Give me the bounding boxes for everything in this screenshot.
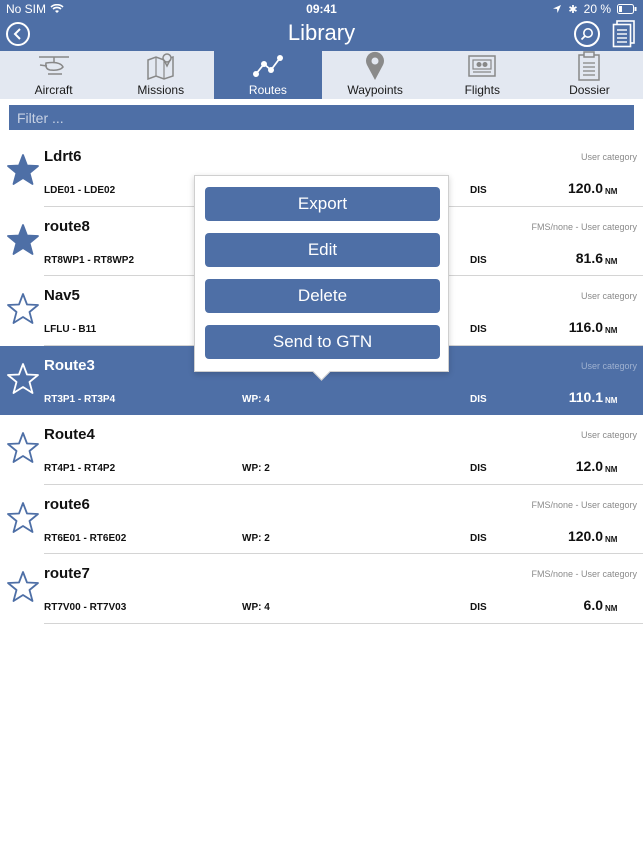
route-distance-label: DIS — [470, 185, 487, 196]
route-distance-unit: NM — [605, 395, 618, 405]
tab-flights[interactable]: Flights — [429, 51, 536, 99]
favorite-star-icon[interactable] — [6, 570, 40, 604]
route-waypoint-count: WP: 2 — [242, 463, 270, 474]
route-distance-unit: NM — [605, 187, 618, 196]
route-category: User category — [580, 152, 637, 162]
favorite-star-icon[interactable] — [6, 362, 40, 396]
route-distance-unit: NM — [605, 256, 618, 266]
filter-input[interactable] — [9, 105, 634, 130]
route-category: User category — [580, 360, 637, 371]
route-distance-value: 12.0 — [575, 458, 603, 474]
route-row[interactable]: route7 FMS/none - User category RT7V00 -… — [7, 554, 643, 624]
tab-label: Missions — [137, 83, 185, 97]
route-category: User category — [580, 291, 637, 301]
route-row[interactable]: Route4 User category RT4P1 - RT4P2 WP: 2… — [7, 415, 643, 485]
favorite-star-icon[interactable] — [6, 501, 40, 535]
helicopter-icon — [38, 56, 69, 75]
location-icon — [553, 5, 562, 13]
battery-percent: 20 % — [583, 2, 611, 16]
route-waypoint-range: RT3P1 - RT3P4 — [44, 393, 116, 405]
tab-label: Aircraft — [34, 83, 73, 97]
route-name: route6 — [44, 495, 90, 513]
tab-label: Waypoints — [347, 83, 403, 97]
route-distance-unit: NM — [605, 326, 618, 335]
battery-icon — [617, 4, 637, 14]
route-waypoint-range: RT7V00 - RT7V03 — [44, 602, 127, 613]
export-button[interactable]: Export — [205, 187, 440, 221]
tab-label: Routes — [248, 83, 287, 97]
route-distance-value: 120.0 — [567, 180, 603, 196]
route-distance-label: DIS — [470, 463, 487, 474]
route-row[interactable]: route6 FMS/none - User category RT6E01 -… — [7, 485, 643, 554]
route-category: FMS/none - User category — [531, 499, 637, 510]
library-tab-bar: Aircraft Missions Routes Waypoints Fligh… — [0, 51, 643, 99]
route-distance-value: 110.1 — [568, 388, 603, 405]
route-distance-value: 116.0 — [568, 319, 603, 335]
favorite-star-icon[interactable] — [6, 153, 40, 187]
route-waypoint-range: LDE01 - LDE02 — [44, 185, 116, 196]
route-distance-label: DIS — [470, 393, 487, 405]
favorite-star-icon[interactable] — [6, 223, 40, 257]
tab-label: Dossier — [569, 83, 610, 97]
route-distance-label: DIS — [470, 602, 487, 613]
route-distance-value: 120.0 — [567, 527, 603, 544]
tab-waypoints[interactable]: Waypoints — [322, 51, 429, 99]
route-name: Route4 — [44, 426, 95, 443]
clipboard-icon — [578, 51, 601, 81]
edit-button[interactable]: Edit — [205, 233, 440, 267]
route-distance-unit: NM — [605, 604, 618, 613]
tab-routes[interactable]: Routes — [214, 51, 322, 99]
route-category: FMS/none - User category — [531, 569, 637, 579]
route-icon — [252, 55, 283, 77]
route-category: FMS/none - User category — [531, 221, 637, 232]
route-distance-unit: NM — [605, 465, 618, 474]
status-bar: No SIM 09:41 ✱ 20 % — [0, 0, 643, 17]
route-actions-popover: Export Edit Delete Send to GTN — [194, 175, 449, 372]
route-name: Route3 — [44, 356, 95, 374]
tab-aircraft[interactable]: Aircraft — [0, 51, 107, 99]
route-name: route8 — [44, 217, 90, 235]
route-name: Nav5 — [44, 287, 80, 304]
pin-icon — [366, 51, 385, 80]
favorite-star-icon[interactable] — [6, 292, 40, 326]
filter-bar — [0, 99, 643, 137]
route-waypoint-count: WP: 2 — [242, 532, 270, 544]
search-button[interactable] — [574, 21, 600, 47]
document-list-icon[interactable] — [612, 20, 636, 48]
route-distance-label: DIS — [470, 532, 487, 544]
route-waypoint-range: RT8WP1 - RT8WP2 — [44, 254, 135, 266]
page-title: Library — [287, 20, 356, 45]
route-waypoint-range: RT6E01 - RT6E02 — [44, 532, 127, 544]
tab-dossier[interactable]: Dossier — [536, 51, 643, 99]
route-distance-label: DIS — [470, 324, 487, 335]
route-distance-label: DIS — [470, 254, 487, 266]
route-distance-value: 6.0 — [583, 597, 603, 613]
flight-recorder-icon — [468, 55, 497, 77]
send-to-gtn-button[interactable]: Send to GTN — [205, 325, 440, 359]
search-icon — [580, 28, 593, 41]
tab-missions[interactable]: Missions — [107, 51, 214, 99]
delete-button[interactable]: Delete — [205, 279, 440, 313]
nav-bar: Library — [0, 17, 643, 51]
route-waypoint-range: LFLU - B11 — [44, 324, 97, 335]
tab-label: Flights — [464, 83, 500, 97]
route-name: Ldrt6 — [44, 148, 82, 165]
favorite-star-icon[interactable] — [6, 431, 40, 465]
status-time: 09:41 — [306, 2, 337, 16]
route-name: route7 — [44, 565, 90, 582]
route-waypoint-count: WP: 4 — [242, 602, 270, 613]
route-distance-unit: NM — [605, 534, 618, 544]
route-waypoint-count: WP: 4 — [242, 393, 270, 405]
route-waypoint-range: RT4P1 - RT4P2 — [44, 463, 116, 474]
bluetooth-icon: ✱ — [568, 3, 578, 16]
route-category: User category — [580, 430, 637, 440]
map-icon — [147, 53, 174, 80]
route-distance-value: 81.6 — [575, 249, 603, 266]
